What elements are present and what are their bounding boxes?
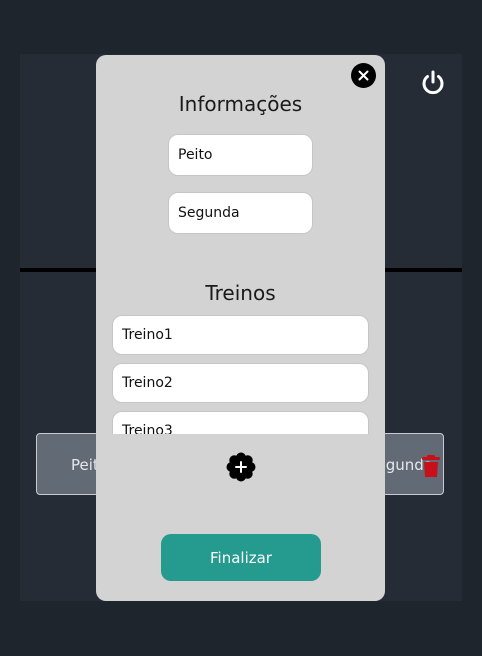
treino-item[interactable]: Treino2 xyxy=(112,363,369,403)
treinos-list[interactable]: Treino1 Treino2 Treino3 xyxy=(112,314,370,434)
power-icon xyxy=(422,70,444,95)
add-icon xyxy=(226,452,256,482)
finalizar-button[interactable]: Finalizar xyxy=(161,534,321,581)
workout-modal: Informações Treinos Treino1 Treino2 Trei… xyxy=(96,55,385,601)
info-title: Informações xyxy=(178,92,303,116)
treinos-title: Treinos xyxy=(205,281,276,305)
power-button[interactable] xyxy=(418,68,448,98)
muscle-input[interactable] xyxy=(168,134,313,176)
delete-button[interactable] xyxy=(421,454,441,478)
close-icon xyxy=(358,70,369,81)
add-treino-button[interactable] xyxy=(225,451,257,483)
day-input[interactable] xyxy=(168,192,313,234)
treino-item[interactable]: Treino1 xyxy=(112,315,369,355)
treino-item[interactable]: Treino3 xyxy=(112,411,369,434)
close-button[interactable] xyxy=(351,63,376,88)
trash-icon xyxy=(422,455,440,477)
